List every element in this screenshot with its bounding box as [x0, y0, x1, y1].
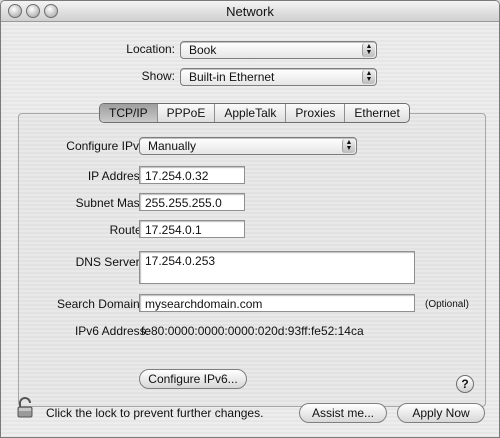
network-window: Network Location: Book ▲ ▼ Show: Built-in… — [0, 0, 500, 438]
configure-ipv4-label: Configure IPv4: — [66, 139, 149, 153]
ipv6-address-label: IPv6 Address: — [74, 324, 149, 338]
lock-message: Click the lock to prevent further change… — [46, 406, 264, 420]
location-popup[interactable]: Book ▲ ▼ — [180, 41, 377, 59]
tcpip-panel: Configure IPv4: Manually ▲ ▼ IP Address: … — [18, 113, 486, 407]
ipv6-address-value: fe80:0000:0000:0000:020d:93ff:fe52:14ca — [141, 324, 364, 338]
location-label: Location: — [126, 42, 175, 56]
show-value: Built-in Ethernet — [189, 70, 275, 84]
configure-ipv4-popup[interactable]: Manually ▲ ▼ — [139, 137, 357, 155]
tab-appletalk[interactable]: AppleTalk — [214, 104, 285, 122]
lock-icon[interactable] — [16, 397, 38, 419]
tab-proxies[interactable]: Proxies — [285, 104, 344, 122]
search-domains-value: mysearchdomain.com — [145, 297, 263, 311]
tab-ethernet[interactable]: Ethernet — [344, 104, 408, 122]
search-domains-label: Search Domains: — [56, 297, 149, 311]
show-label: Show: — [141, 69, 175, 83]
tab-bar: TCP/IP PPPoE AppleTalk Proxies Ethernet — [99, 103, 410, 123]
tab-pppoe[interactable]: PPPoE — [156, 104, 215, 122]
popup-arrows-icon: ▲ ▼ — [362, 43, 375, 57]
popup-arrows-icon: ▲ ▼ — [342, 139, 355, 153]
dns-servers-field[interactable]: 17.254.0.253 — [139, 251, 415, 284]
title-bar: Network — [1, 1, 499, 22]
subnet-mask-label: Subnet Mask: — [75, 196, 149, 210]
search-domains-field[interactable]: mysearchdomain.com — [139, 294, 415, 312]
subnet-mask-field[interactable]: 255.255.255.0 — [139, 193, 245, 211]
window-title: Network — [226, 4, 274, 19]
dns-servers-value: 17.254.0.253 — [145, 254, 216, 268]
ip-address-value: 17.254.0.32 — [145, 169, 209, 183]
location-value: Book — [189, 43, 217, 57]
ip-address-field[interactable]: 17.254.0.32 — [139, 166, 245, 184]
show-popup[interactable]: Built-in Ethernet ▲ ▼ — [180, 68, 377, 86]
router-field[interactable]: 17.254.0.1 — [139, 220, 245, 238]
configure-ipv4-value: Manually — [148, 139, 197, 153]
apply-now-button[interactable]: Apply Now — [397, 403, 485, 423]
tab-tcpip[interactable]: TCP/IP — [100, 104, 157, 122]
help-button[interactable]: ? — [456, 375, 474, 393]
window-content: Location: Book ▲ ▼ Show: Built-in Etherne… — [1, 22, 499, 437]
router-value: 17.254.0.1 — [145, 223, 202, 237]
subnet-mask-value: 255.255.255.0 — [145, 196, 222, 210]
configure-ipv6-button[interactable]: Configure IPv6... — [139, 369, 247, 389]
dns-servers-label: DNS Servers: — [75, 255, 149, 269]
assist-me-button[interactable]: Assist me... — [299, 403, 387, 423]
popup-arrows-icon: ▲ ▼ — [362, 70, 375, 84]
optional-note: (Optional) — [425, 299, 469, 310]
